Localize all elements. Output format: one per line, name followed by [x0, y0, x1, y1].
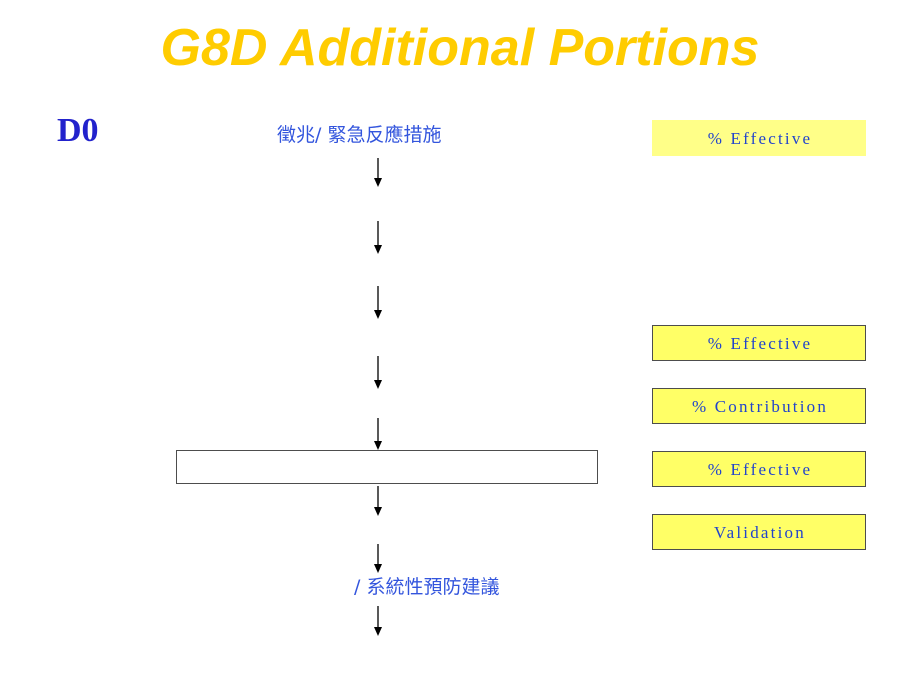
arrow-shaft	[377, 221, 379, 245]
arrow-shaft	[377, 286, 379, 310]
arrow-head	[374, 564, 382, 573]
process-box[interactable]	[176, 450, 598, 484]
metric-box-label: Validation	[714, 522, 806, 542]
arrow-head	[374, 380, 382, 389]
phase-label-d0: D0	[57, 112, 99, 149]
arrow-shaft	[377, 356, 379, 380]
arrow-shaft	[377, 418, 379, 441]
down-arrow-icon	[374, 606, 383, 636]
page-title: G8D Additional Portions	[160, 19, 760, 77]
slide-canvas: G8D Additional Portions D0 徵兆/ 緊急反應措施 / …	[0, 0, 920, 690]
metric-effective-1[interactable]: % Effective	[652, 120, 866, 156]
arrow-shaft	[377, 486, 379, 507]
flow-step-symptom-emergency-response: 徵兆/ 緊急反應措施	[277, 124, 442, 146]
arrow-head	[374, 441, 382, 450]
down-arrow-icon	[374, 286, 383, 319]
down-arrow-icon	[374, 158, 383, 187]
down-arrow-icon	[374, 486, 383, 516]
metric-effective-2[interactable]: % Effective	[652, 325, 866, 361]
arrow-head	[374, 245, 382, 254]
metric-box-label: % Effective	[707, 128, 813, 148]
arrow-head	[374, 178, 382, 187]
arrow-head	[374, 310, 382, 319]
metric-contribution[interactable]: % Contribution	[652, 388, 866, 424]
down-arrow-icon	[374, 544, 383, 573]
down-arrow-icon	[374, 418, 383, 450]
down-arrow-icon	[374, 221, 383, 254]
arrow-head	[374, 507, 382, 516]
metric-effective-3[interactable]: % Effective	[652, 451, 866, 487]
metric-validation[interactable]: Validation	[652, 514, 866, 550]
arrow-shaft	[377, 158, 379, 178]
down-arrow-icon	[374, 356, 383, 389]
metric-box-label: % Contribution	[691, 396, 829, 416]
arrow-shaft	[377, 606, 379, 627]
metric-box-label: % Effective	[707, 459, 813, 479]
arrow-shaft	[377, 544, 379, 564]
metric-box-label: % Effective	[707, 333, 813, 353]
arrow-head	[374, 627, 382, 636]
flow-step-systemic-prevention-recommendation: / 系統性預防建議	[354, 576, 500, 598]
